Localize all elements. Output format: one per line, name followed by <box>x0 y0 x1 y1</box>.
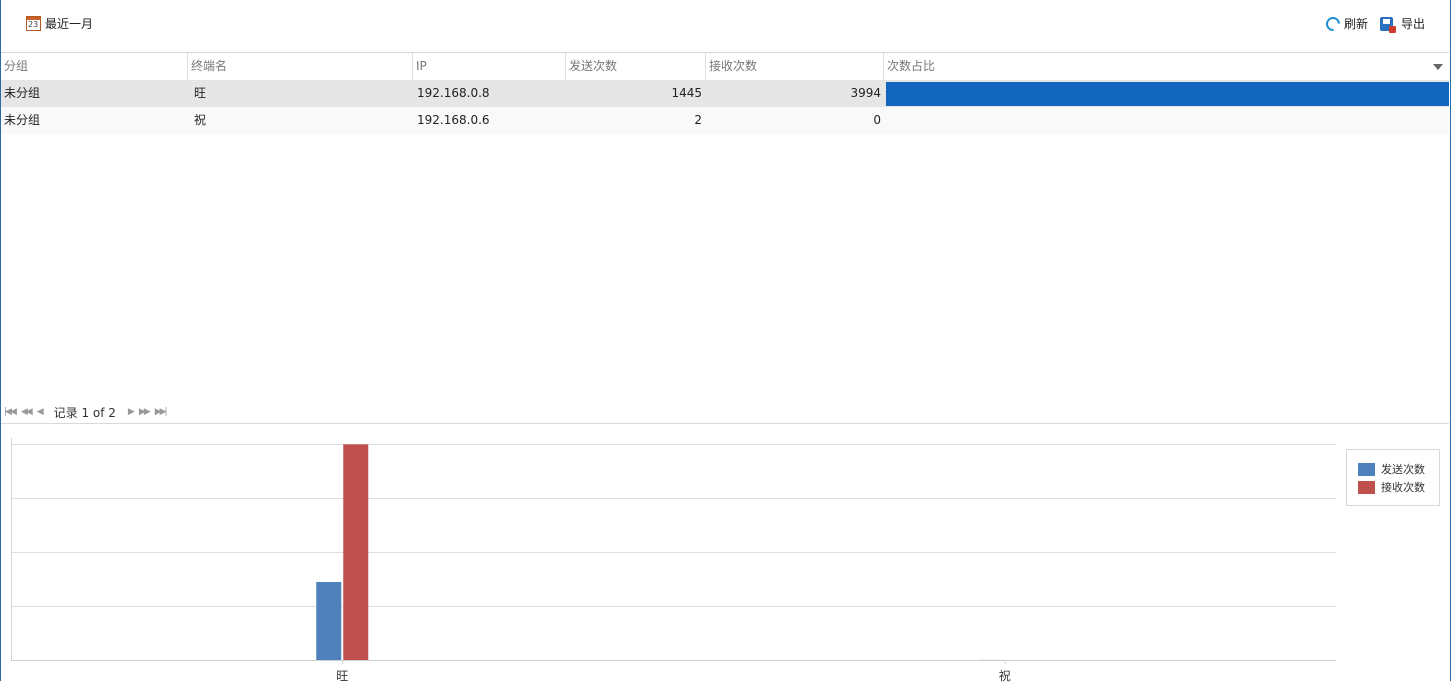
bar-received-0[interactable] <box>343 444 369 660</box>
column-header-ratio[interactable]: 次数占比 <box>883 53 1449 80</box>
toolbar: 23 最近一月 刷新 导出 <box>0 0 1451 52</box>
cell-group: 未分组 <box>4 86 41 100</box>
bar-sent-0[interactable] <box>316 581 342 660</box>
calendar-icon: 23 <box>26 16 41 31</box>
cell-received: 0 <box>873 113 881 127</box>
refresh-button[interactable]: 刷新 <box>1323 13 1369 34</box>
legend-item-sent: 发送次数 <box>1358 461 1425 477</box>
export-icon <box>1380 16 1396 33</box>
refresh-icon <box>1323 13 1343 34</box>
column-header-group[interactable]: 分组 <box>1 53 187 80</box>
column-header-received[interactable]: 接收次数 <box>705 53 883 80</box>
export-button[interactable]: 导出 <box>1380 15 1426 33</box>
column-header-sent[interactable]: 发送次数 <box>565 53 705 80</box>
x-tick-label: 旺 <box>336 669 348 683</box>
export-label: 导出 <box>1401 17 1426 31</box>
cell-sent: 1445 <box>671 86 702 100</box>
legend-swatch <box>1358 480 1375 494</box>
prev-block-icon[interactable]: ◀◀ <box>21 407 33 417</box>
period-selector[interactable]: 23 最近一月 <box>26 15 93 32</box>
last-page-icon[interactable]: ▶▶| <box>155 407 168 417</box>
record-counter: 记录 1 of 2 <box>53 405 116 420</box>
column-header-terminal[interactable]: 终端名 <box>187 53 412 80</box>
cell-group: 未分组 <box>4 113 41 127</box>
cell-sent: 2 <box>694 113 702 127</box>
next-block-icon[interactable]: ▶▶ <box>139 407 151 417</box>
legend-label: 接收次数 <box>1381 481 1425 494</box>
column-menu-arrow-icon[interactable] <box>1433 64 1443 70</box>
first-page-icon[interactable]: |◀◀ <box>4 407 17 417</box>
table-row[interactable]: 未分组 祝 192.168.0.6 2 0 <box>1 107 1449 134</box>
pager: |◀◀ ◀◀ ◀ 记录 1 of 2 ▶ ▶▶ ▶▶| <box>4 403 168 421</box>
chart-legend: 发送次数 接收次数 <box>1346 449 1440 506</box>
cell-received: 3994 <box>850 86 881 100</box>
table-row[interactable]: 未分组 旺 192.168.0.8 1445 3994 <box>1 80 1449 107</box>
bar-chart: 旺祝 <box>11 438 1336 683</box>
x-tick-label: 祝 <box>999 669 1011 683</box>
refresh-label: 刷新 <box>1344 17 1369 31</box>
prev-page-icon[interactable]: ◀ <box>37 407 44 417</box>
cell-terminal: 旺 <box>194 86 207 100</box>
column-header-ip[interactable]: IP <box>412 53 565 80</box>
legend-label: 发送次数 <box>1381 463 1425 476</box>
column-header-ratio-label: 次数占比 <box>887 59 936 73</box>
next-page-icon[interactable]: ▶ <box>128 407 135 417</box>
cell-ip: 192.168.0.8 <box>417 86 490 100</box>
legend-item-received: 接收次数 <box>1358 479 1425 495</box>
legend-swatch <box>1358 462 1375 476</box>
grid-header: 分组 终端名 IP 发送次数 接收次数 次数占比 <box>1 52 1449 81</box>
cell-terminal: 祝 <box>194 113 207 127</box>
period-label: 最近一月 <box>45 17 94 31</box>
ratio-bar <box>886 82 1449 106</box>
cell-ip: 192.168.0.6 <box>417 113 490 127</box>
